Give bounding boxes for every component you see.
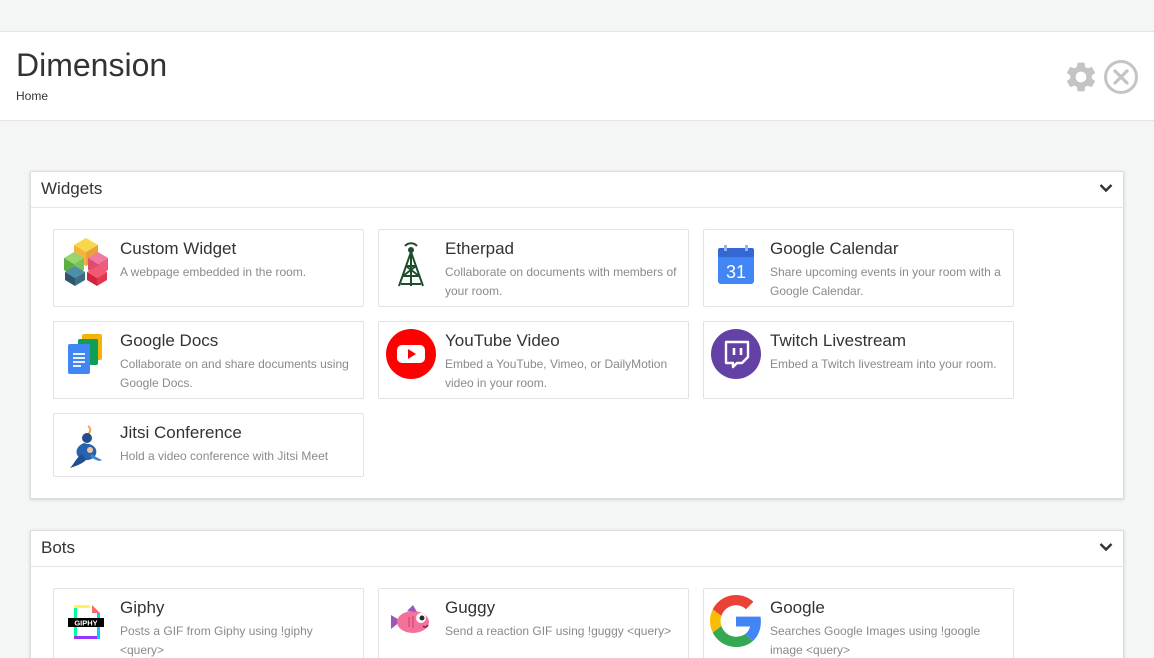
youtube-icon bbox=[385, 328, 437, 380]
widget-description: Collaborate on documents with members of… bbox=[445, 265, 677, 298]
widget-description: Hold a video conference with Jitsi Meet bbox=[120, 449, 329, 463]
top-strip bbox=[0, 0, 1154, 32]
chevron-down-icon[interactable] bbox=[1099, 183, 1113, 193]
calendar-day: 31 bbox=[726, 262, 746, 282]
widget-name: Etherpad bbox=[445, 239, 514, 258]
bot-name: Guggy bbox=[445, 598, 496, 617]
widget-card-twitch-livestream[interactable]: Twitch Livestream Embed a Twitch livestr… bbox=[703, 321, 1014, 399]
widget-name: Custom Widget bbox=[120, 239, 237, 258]
widget-description: Embed a YouTube, Vimeo, or DailyMotion v… bbox=[445, 357, 668, 390]
widget-name: Google Docs bbox=[120, 331, 219, 350]
widget-description: Embed a Twitch livestream into your room… bbox=[770, 357, 997, 371]
bot-name: Giphy bbox=[120, 598, 165, 617]
custom-widget-icon bbox=[60, 236, 112, 288]
google-icon bbox=[710, 595, 762, 647]
bot-description: Send a reaction GIF using !guggy <query> bbox=[445, 624, 672, 638]
widget-description: Collaborate on and share documents using… bbox=[120, 357, 349, 390]
page-header: Dimension Home bbox=[0, 31, 1154, 121]
breadcrumb-home[interactable]: Home bbox=[16, 89, 48, 103]
bot-description: Searches Google Images using !google ima… bbox=[770, 624, 981, 657]
page-title: Dimension bbox=[16, 47, 168, 83]
widget-card-etherpad[interactable]: Etherpad Collaborate on documents with m… bbox=[378, 229, 689, 307]
widget-card-google-docs[interactable]: Google Docs Collaborate on and share doc… bbox=[53, 321, 364, 399]
twitch-icon bbox=[710, 328, 762, 380]
widget-card-google-calendar[interactable]: 31 Google Calendar Share upcoming events… bbox=[703, 229, 1014, 307]
bot-name: Google bbox=[770, 598, 825, 617]
close-icon[interactable] bbox=[1103, 59, 1139, 95]
jitsi-icon bbox=[60, 420, 112, 472]
widgets-section: Widgets Custom Widget A webpage embedded… bbox=[30, 171, 1124, 499]
widget-card-youtube-video[interactable]: YouTube Video Embed a YouTube, Vimeo, or… bbox=[378, 321, 689, 399]
bot-card-google[interactable]: Google Searches Google Images using !goo… bbox=[703, 588, 1014, 658]
bot-description: Posts a GIF from Giphy using !giphy <que… bbox=[120, 624, 313, 657]
guggy-icon bbox=[385, 595, 437, 647]
bots-section: Bots GIPHY Giphy Posts a GIF from Giphy … bbox=[30, 530, 1124, 658]
widget-card-custom-widget[interactable]: Custom Widget A webpage embedded in the … bbox=[53, 229, 364, 307]
chevron-down-icon[interactable] bbox=[1099, 542, 1113, 552]
giphy-text: GIPHY bbox=[74, 619, 97, 628]
bot-card-guggy[interactable]: Guggy Send a reaction GIF using !guggy <… bbox=[378, 588, 689, 658]
header-actions bbox=[1063, 59, 1139, 95]
widget-card-jitsi-conference[interactable]: Jitsi Conference Hold a video conference… bbox=[53, 413, 364, 477]
bots-section-header[interactable]: Bots bbox=[31, 531, 1123, 567]
widgets-section-title: Widgets bbox=[41, 179, 103, 198]
widget-name: YouTube Video bbox=[445, 331, 560, 350]
widget-name: Twitch Livestream bbox=[770, 331, 907, 350]
gear-icon[interactable] bbox=[1063, 59, 1099, 95]
widgets-section-header[interactable]: Widgets bbox=[31, 172, 1123, 208]
giphy-icon: GIPHY bbox=[60, 595, 112, 647]
google-docs-icon bbox=[60, 328, 112, 380]
widget-name: Google Calendar bbox=[770, 239, 899, 258]
bot-card-giphy[interactable]: GIPHY Giphy Posts a GIF from Giphy using… bbox=[53, 588, 364, 658]
bots-section-title: Bots bbox=[41, 538, 76, 557]
widget-description: A webpage embedded in the room. bbox=[120, 265, 307, 279]
etherpad-icon bbox=[385, 236, 437, 288]
widget-name: Jitsi Conference bbox=[120, 423, 242, 442]
google-calendar-icon: 31 bbox=[710, 236, 762, 288]
widget-description: Share upcoming events in your room with … bbox=[770, 265, 1001, 298]
